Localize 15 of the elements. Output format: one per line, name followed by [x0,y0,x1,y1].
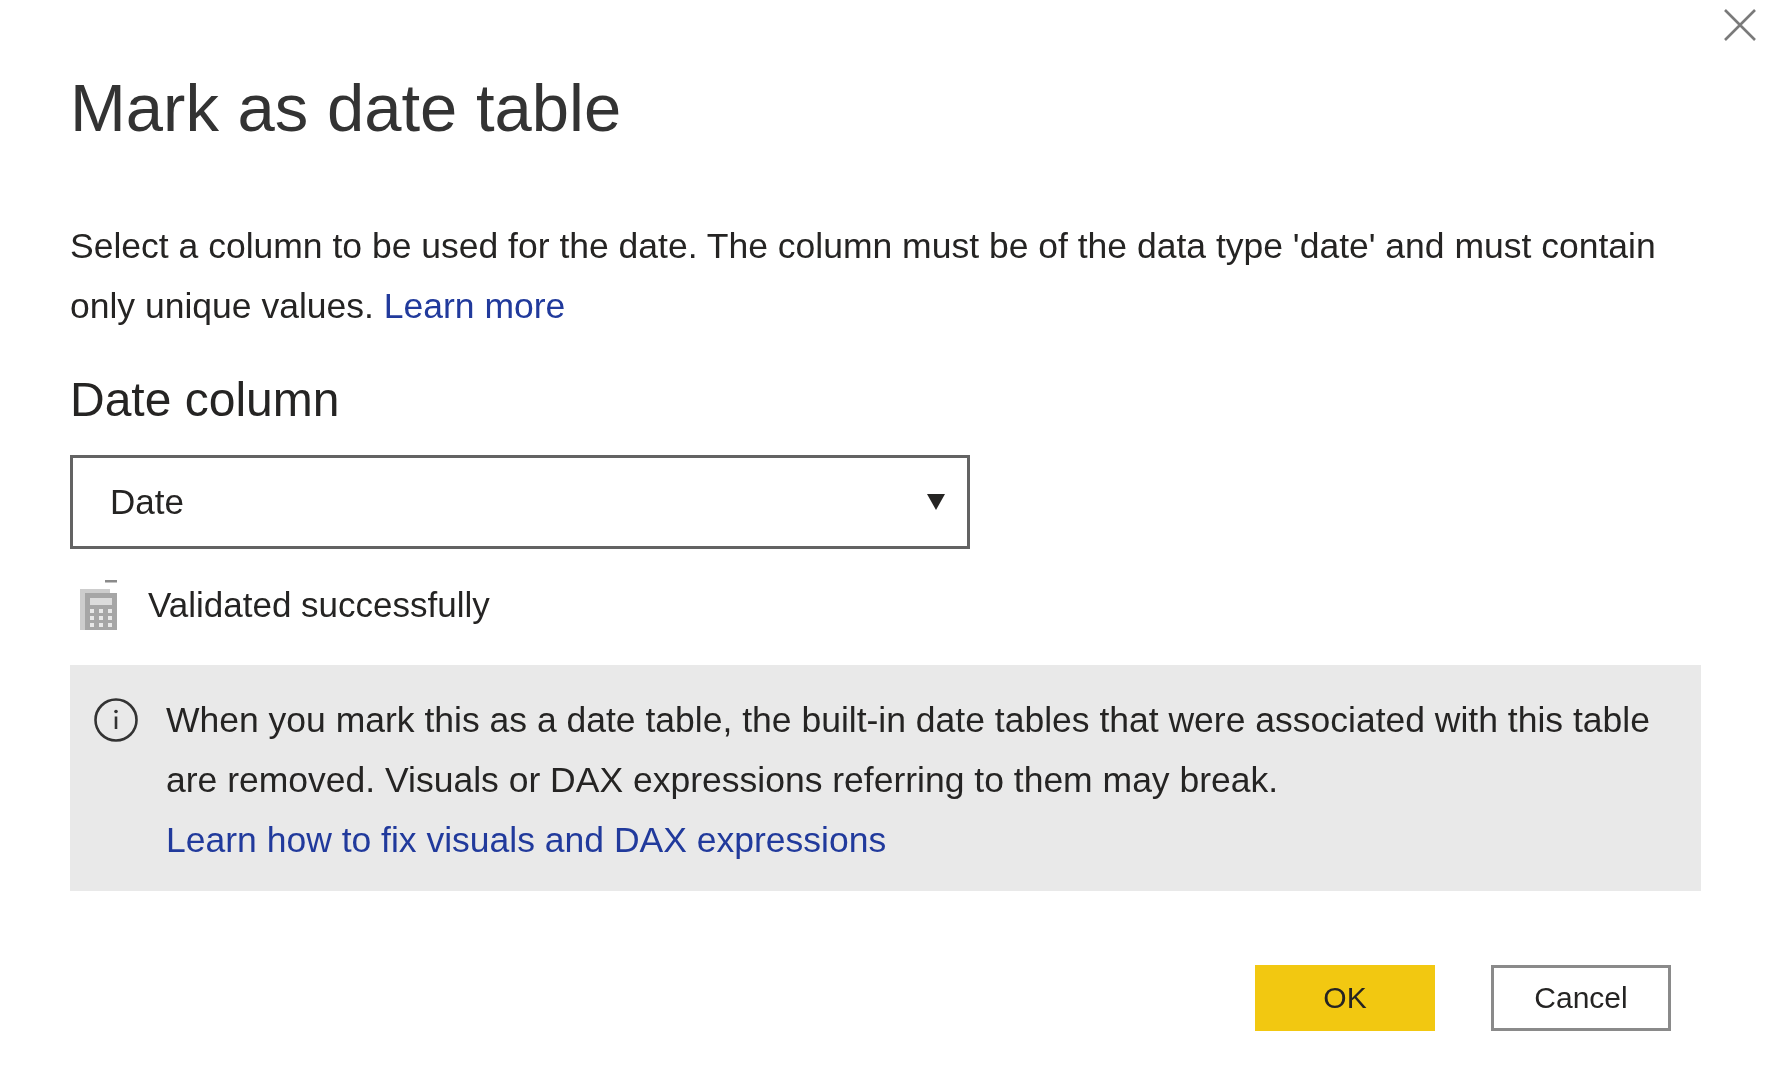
calculator-icon [79,580,117,630]
close-button[interactable] [1724,9,1756,41]
field-label: Date column [70,372,340,428]
fix-visuals-link[interactable]: Learn how to fix visuals and DAX expressions [166,820,887,860]
notice-text: When you mark this as a date table, the built-in date tables that were associated with this table are removed. Visuals or DAX expressions referring to them may break. [166,699,1651,802]
dialog-title: Mark as date table [70,69,622,147]
close-icon [1724,9,1756,41]
cancel-button[interactable]: Cancel [1491,965,1671,1031]
info-icon [94,698,138,742]
date-column-dropdown[interactable]: Date [70,455,970,549]
validation-message: Validated successfully [148,585,490,625]
learn-more-link[interactable]: Learn more [383,286,566,326]
caret-icon [927,494,945,510]
description-text: Select a column to be used for the date. The column must be of the data type 'date' and must contain only unique values. Learn more [70,225,1657,328]
ok-button[interactable]: OK [1255,965,1435,1031]
